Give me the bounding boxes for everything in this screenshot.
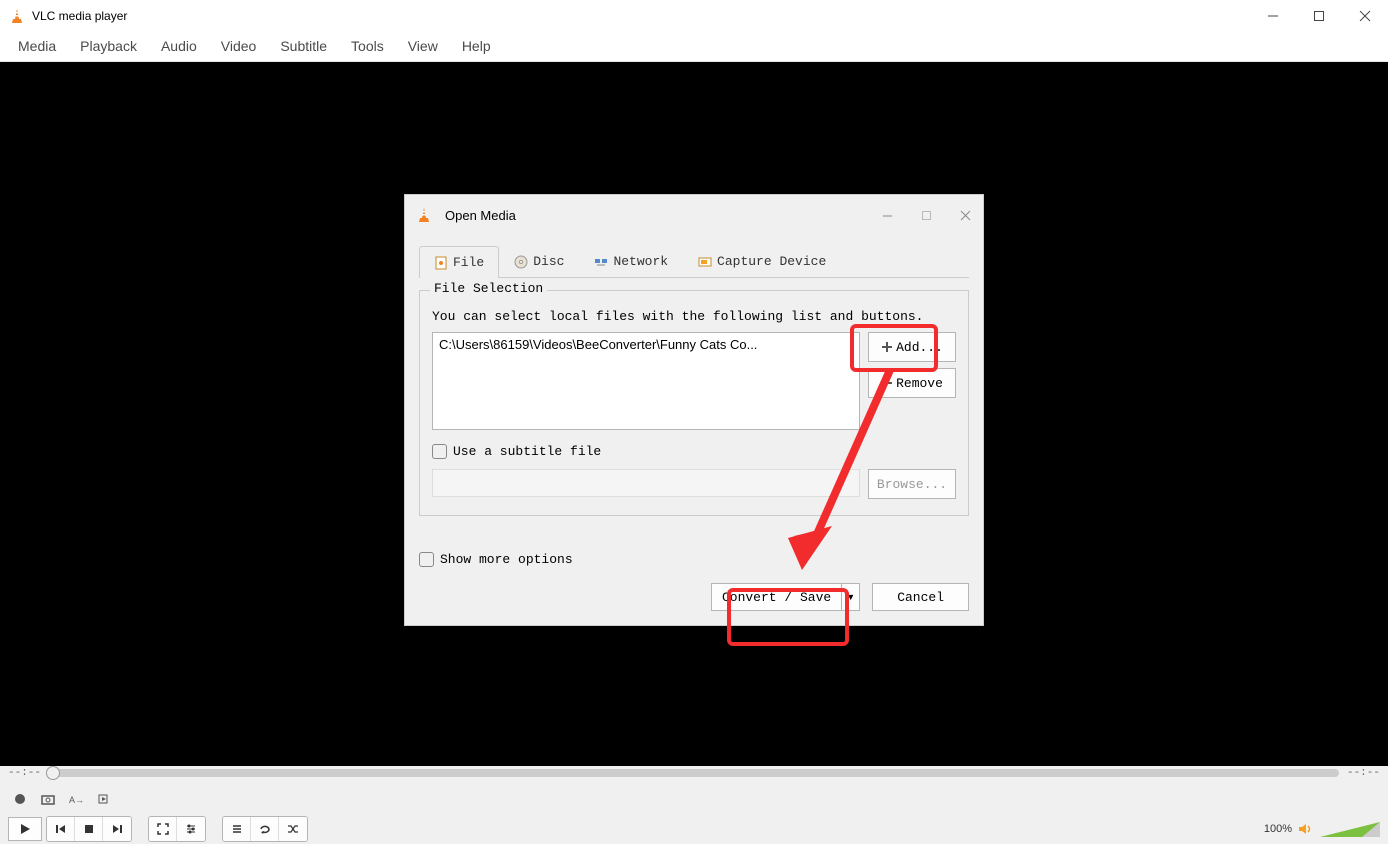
previous-button[interactable]	[47, 817, 75, 841]
tab-network[interactable]: Network	[579, 245, 683, 277]
file-list-item[interactable]: C:\Users\86159\Videos\BeeConverter\Funny…	[439, 337, 853, 352]
app-title: VLC media player	[32, 9, 127, 23]
menu-help[interactable]: Help	[450, 33, 503, 59]
vlc-cone-icon	[10, 9, 24, 23]
dialog-maximize-button	[921, 210, 932, 221]
loop-button[interactable]	[251, 817, 279, 841]
file-selection-fieldset: File Selection You can select local file…	[419, 290, 969, 516]
seek-slider[interactable]	[49, 769, 1339, 777]
menu-media[interactable]: Media	[6, 33, 68, 59]
more-options-label: Show more options	[440, 552, 573, 567]
menu-playback[interactable]: Playback	[68, 33, 149, 59]
tab-capture[interactable]: Capture Device	[683, 245, 841, 277]
file-icon	[434, 256, 448, 270]
browse-button: Browse...	[868, 469, 956, 499]
vlc-cone-icon	[417, 208, 431, 222]
dialog-title: Open Media	[445, 208, 516, 223]
more-options-checkbox[interactable]	[419, 552, 434, 567]
speaker-icon[interactable]	[1298, 822, 1314, 836]
menu-tools[interactable]: Tools	[339, 33, 396, 59]
dialog-titlebar: Open Media	[405, 195, 983, 235]
extended-settings-button[interactable]	[177, 817, 205, 841]
maximize-button[interactable]	[1296, 0, 1342, 31]
stop-button[interactable]	[75, 817, 103, 841]
remove-button[interactable]: Remove	[868, 368, 956, 398]
disc-icon	[514, 255, 528, 269]
window-controls	[1250, 0, 1388, 31]
subtitle-checkbox-label: Use a subtitle file	[453, 444, 601, 459]
playlist-button[interactable]	[223, 817, 251, 841]
convert-dropdown-button[interactable]: ▼	[842, 583, 860, 611]
volume-slider[interactable]	[1320, 822, 1380, 837]
shuffle-button[interactable]	[279, 817, 307, 841]
plus-icon	[881, 341, 893, 353]
open-media-dialog: Open Media File Disc Network Capture Dev…	[404, 194, 984, 626]
subtitle-path-input	[432, 469, 860, 497]
dialog-tabs: File Disc Network Capture Device	[419, 245, 969, 278]
player-controls: --:-- --:-- A→B 100%	[0, 766, 1388, 844]
menu-view[interactable]: View	[396, 33, 450, 59]
time-elapsed: --:--	[8, 767, 41, 779]
convert-save-button[interactable]: Convert / Save ▼	[711, 583, 860, 611]
file-list[interactable]: C:\Users\86159\Videos\BeeConverter\Funny…	[432, 332, 860, 430]
cancel-button[interactable]: Cancel	[872, 583, 969, 611]
dialog-minimize-button[interactable]	[882, 210, 893, 221]
svg-text:A→B: A→B	[69, 795, 83, 805]
titlebar: VLC media player	[0, 0, 1388, 31]
minimize-button[interactable]	[1250, 0, 1296, 31]
menu-video[interactable]: Video	[209, 33, 269, 59]
volume-percent: 100%	[1264, 823, 1292, 835]
record-button[interactable]	[8, 787, 32, 811]
frame-step-button[interactable]	[92, 787, 116, 811]
fieldset-legend: File Selection	[430, 281, 547, 296]
minus-icon	[881, 377, 893, 389]
menubar: Media Playback Audio Video Subtitle Tool…	[0, 31, 1388, 62]
tab-disc[interactable]: Disc	[499, 245, 579, 277]
network-icon	[594, 255, 608, 269]
loop-ab-button[interactable]: A→B	[64, 787, 88, 811]
menu-audio[interactable]: Audio	[149, 33, 209, 59]
add-button[interactable]: Add...	[868, 332, 956, 362]
menu-subtitle[interactable]: Subtitle	[268, 33, 339, 59]
snapshot-button[interactable]	[36, 787, 60, 811]
time-total: --:--	[1347, 767, 1380, 779]
file-selection-hint: You can select local files with the foll…	[432, 309, 956, 324]
play-button[interactable]	[8, 817, 42, 841]
fullscreen-button[interactable]	[149, 817, 177, 841]
next-button[interactable]	[103, 817, 131, 841]
close-button[interactable]	[1342, 0, 1388, 31]
tab-file[interactable]: File	[419, 246, 499, 278]
dialog-close-button[interactable]	[960, 210, 971, 221]
subtitle-checkbox[interactable]	[432, 444, 447, 459]
capture-icon	[698, 255, 712, 269]
